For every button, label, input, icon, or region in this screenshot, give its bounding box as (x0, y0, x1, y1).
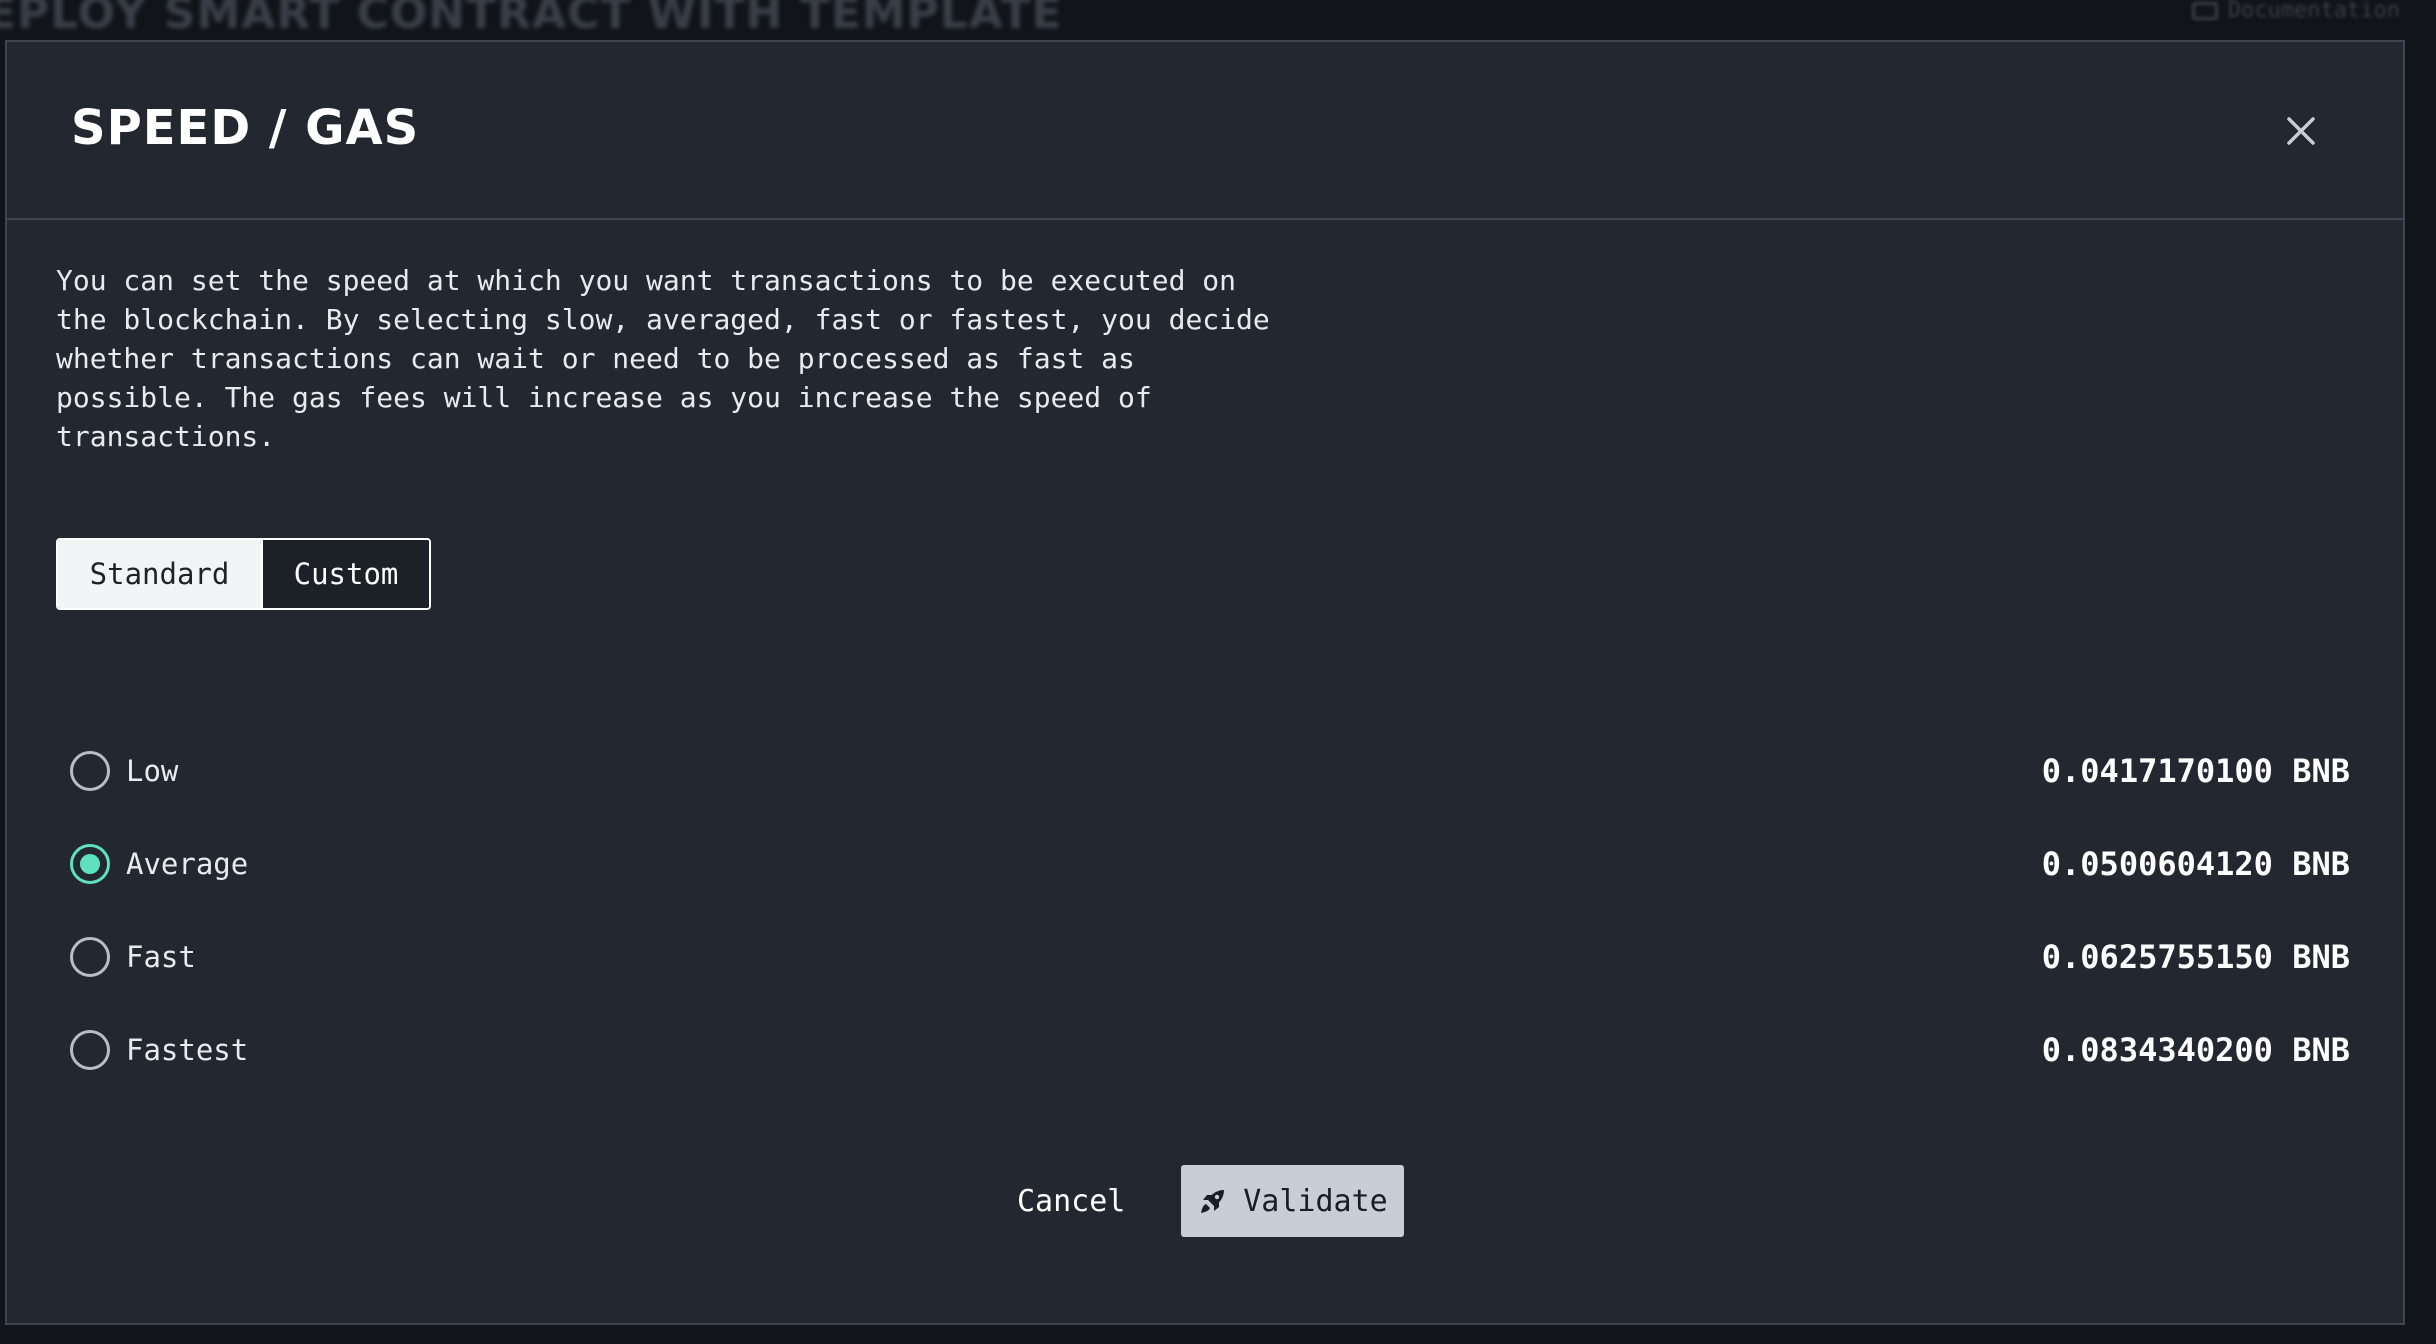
mode-toggle: Standard Custom (56, 538, 431, 610)
option-label: Fast (126, 939, 196, 974)
speed-options: Low 0.0417170100 BNB Average 0.050060412… (70, 724, 2350, 1096)
radio-average[interactable] (70, 843, 110, 884)
close-icon (2287, 117, 2315, 145)
background-documentation-link: Documentation (2191, 0, 2400, 23)
modal-header: SPEED / GAS (7, 42, 2403, 220)
option-label: Average (126, 846, 249, 881)
radio-low[interactable] (70, 750, 110, 791)
option-label: Low (126, 753, 179, 788)
option-fast[interactable]: Fast 0.0625755150 BNB (70, 910, 2350, 1003)
option-fee: 0.0417170100 BNB (2041, 751, 2350, 790)
speed-gas-modal: SPEED / GAS You can set the speed at whi… (5, 40, 2405, 1325)
tab-custom[interactable]: Custom (261, 540, 429, 608)
option-fee: 0.0834340200 BNB (2041, 1030, 2350, 1069)
tab-standard[interactable]: Standard (58, 540, 261, 608)
book-icon (2191, 1, 2218, 20)
cancel-button[interactable]: Cancel (1017, 1165, 1125, 1237)
close-button[interactable] (2274, 104, 2328, 158)
radio-fast[interactable] (70, 936, 110, 977)
documentation-label: Documentation (2227, 0, 2400, 23)
option-fee: 0.0625755150 BNB (2041, 937, 2350, 976)
rocket-icon (1201, 1190, 1225, 1213)
option-label: Fastest (126, 1032, 249, 1067)
option-low[interactable]: Low 0.0417170100 BNB (70, 724, 2350, 817)
validate-button[interactable]: Validate (1181, 1165, 1404, 1237)
modal-description: You can set the speed at which you want … (56, 264, 1270, 453)
modal-title: SPEED / GAS (71, 100, 420, 156)
option-average[interactable]: Average 0.0500604120 BNB (70, 817, 2350, 910)
background-page-title: EPLOY SMART CONTRACT WITH TEMPLATE (0, 0, 1063, 39)
radio-fastest[interactable] (70, 1029, 110, 1070)
validate-label: Validate (1243, 1183, 1388, 1219)
option-fee: 0.0500604120 BNB (2041, 844, 2350, 883)
modal-footer: Cancel Validate (7, 1165, 2403, 1237)
option-fastest[interactable]: Fastest 0.0834340200 BNB (70, 1003, 2350, 1096)
